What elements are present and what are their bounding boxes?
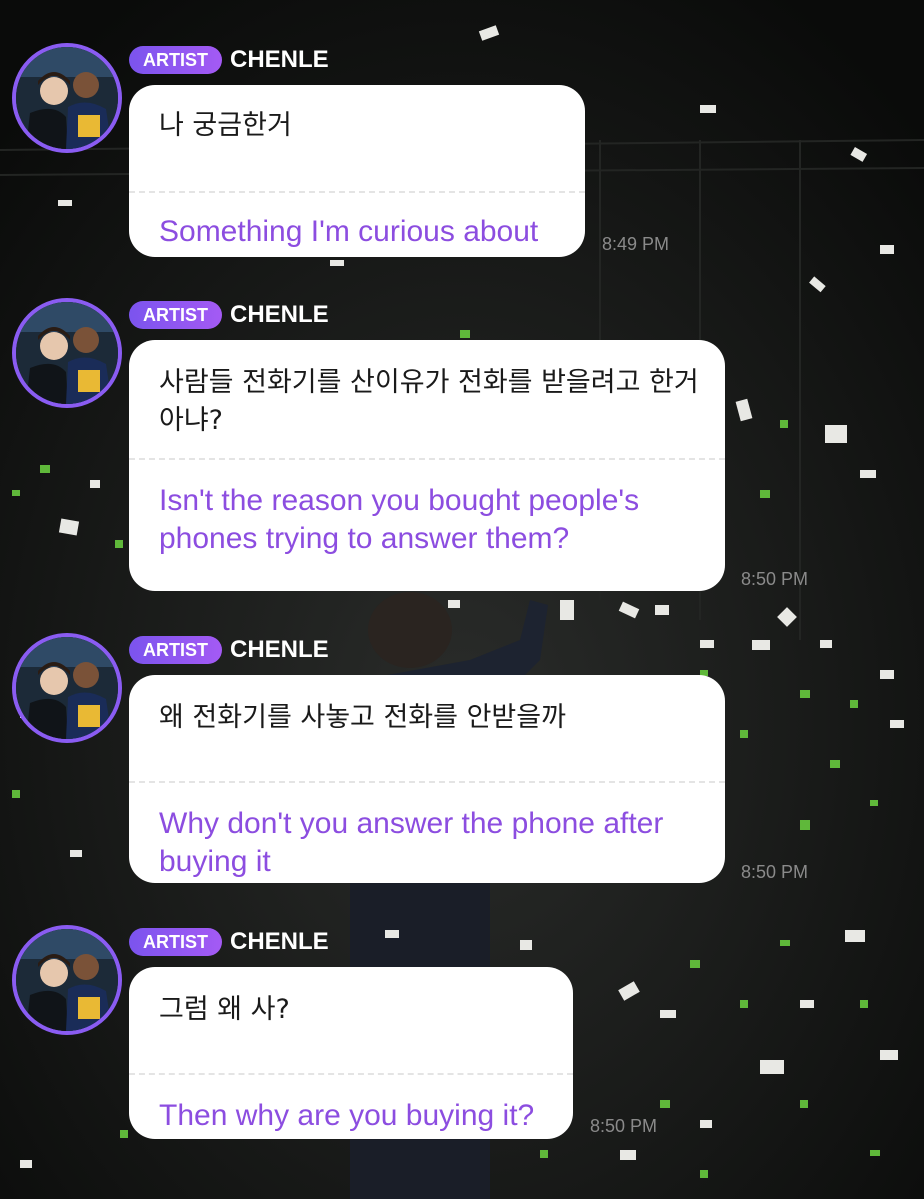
message-timestamp: 8:50 PM: [590, 1116, 658, 1136]
message-timestamp: 8:50 PM: [741, 862, 809, 882]
artist-avatar[interactable]: [12, 43, 122, 153]
message-timestamp: 8:49 PM: [602, 234, 670, 254]
artist-badge: ARTIST: [129, 928, 222, 956]
artist-avatar[interactable]: [12, 298, 122, 408]
avatar-photo-icon: [16, 929, 118, 1031]
sender-name[interactable]: CHENLE: [230, 301, 329, 329]
translated-message-text: Then why are you buying it?: [159, 1099, 535, 1132]
translated-message-text: Something I'm curious about: [159, 215, 539, 248]
artist-avatar[interactable]: [12, 633, 122, 743]
message-bubble[interactable]: 그럼 왜 사? Then why are you buying it?: [129, 967, 573, 1139]
translated-message-text: Isn't the reason you bought people's pho…: [159, 484, 640, 555]
message-bubble[interactable]: 사람들 전화기를 산이유가 전화를 받을려고 한거 아냐? Isn't the …: [129, 340, 725, 591]
sender-name[interactable]: CHENLE: [230, 636, 329, 664]
artist-badge: ARTIST: [129, 636, 222, 664]
sender-name[interactable]: CHENLE: [230, 46, 329, 74]
avatar-photo-icon: [16, 47, 118, 149]
avatar-photo-icon: [16, 302, 118, 404]
message-bubble[interactable]: 왜 전화기를 사놓고 전화를 안받을까 Why don't you answer…: [129, 675, 725, 883]
artist-badge: ARTIST: [129, 301, 222, 329]
avatar-photo-icon: [16, 637, 118, 739]
message-bubble[interactable]: 나 궁금한거 Something I'm curious about: [129, 85, 585, 257]
sender-name[interactable]: CHENLE: [230, 928, 329, 956]
artist-avatar[interactable]: [12, 925, 122, 1035]
message-timestamp: 8:50 PM: [741, 569, 809, 589]
original-message-text: 사람들 전화기를 산이유가 전화를 받을려고 한거 아냐?: [159, 367, 699, 436]
artist-badge: ARTIST: [129, 46, 222, 74]
original-message-text: 왜 전화기를 사놓고 전화를 안받을까: [159, 702, 566, 733]
original-message-text: 나 궁금한거: [159, 110, 292, 141]
original-message-text: 그럼 왜 사?: [159, 994, 290, 1025]
translated-message-text: Why don't you answer the phone after buy…: [159, 807, 664, 878]
